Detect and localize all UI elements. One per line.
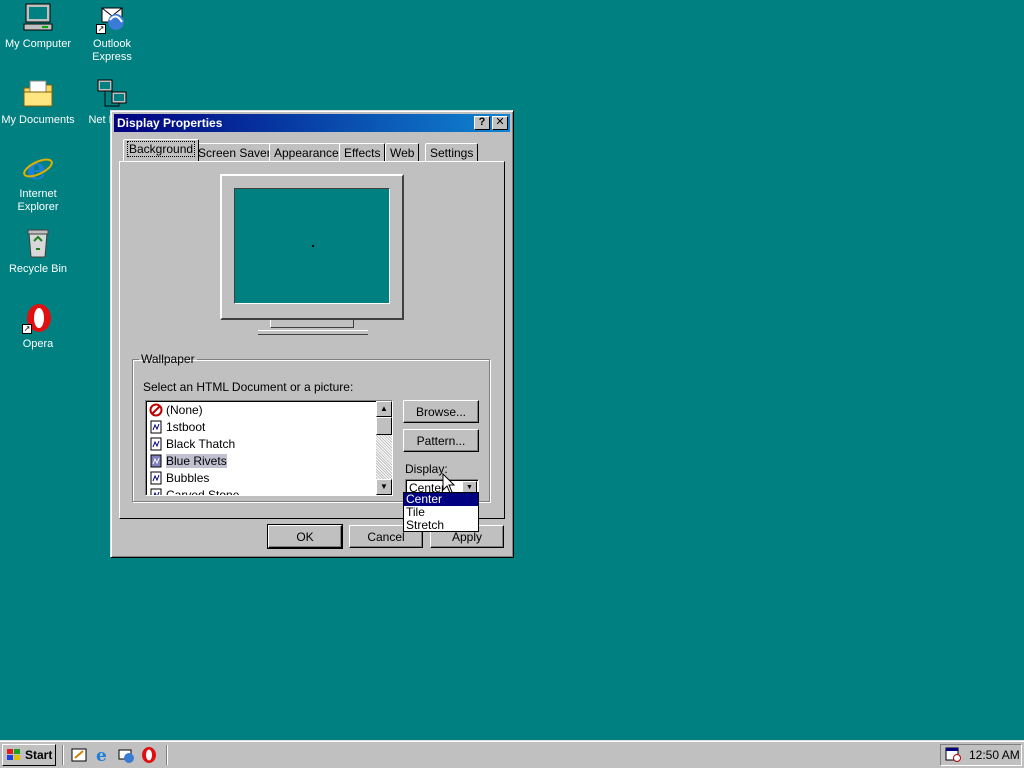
pattern-button[interactable]: Pattern...: [403, 429, 479, 452]
dropdown-option-stretch[interactable]: Stretch: [404, 519, 478, 532]
cancel-button-label: Cancel: [367, 529, 405, 544]
svg-text:e: e: [27, 152, 46, 184]
list-item-label: Black Thatch: [166, 436, 236, 451]
desktop-icon-label: Opera: [22, 338, 54, 350]
desktop-icon-outlook-express[interactable]: ↗ Outlook Express: [74, 2, 150, 64]
internet-explorer-icon[interactable]: e: [94, 746, 112, 766]
tab-label: Screen Saver: [198, 146, 271, 160]
desktop-icon-opera[interactable]: ↗ Opera: [0, 302, 76, 351]
tab-label: Web: [390, 146, 415, 160]
start-button[interactable]: Start: [2, 744, 56, 766]
triangle-down-icon: ▼: [380, 482, 388, 491]
svg-text:e: e: [96, 746, 107, 764]
bitmap-file-icon: [149, 437, 163, 451]
scroll-up-button[interactable]: ▲: [376, 401, 392, 417]
opera-icon: ↗: [22, 302, 54, 334]
desktop-icon-label: Recycle Bin: [8, 263, 68, 275]
tab-screen-saver[interactable]: Screen Saver: [193, 143, 276, 161]
tab-settings[interactable]: Settings: [425, 143, 479, 161]
list-item[interactable]: (None): [146, 401, 392, 418]
list-item[interactable]: Black Thatch: [146, 435, 392, 452]
system-tray: 12:50 AM: [940, 744, 1022, 766]
list-item-label: 1stboot: [166, 419, 206, 434]
taskbar-separator: [166, 745, 168, 765]
desktop-icon-my-documents[interactable]: My Documents: [0, 78, 76, 127]
tab-label: Settings: [430, 146, 474, 160]
display-dropdown-list: Center Tile Stretch: [403, 492, 479, 532]
mouse-pointer-icon: [442, 472, 456, 498]
close-button[interactable]: ✕: [492, 116, 508, 130]
ok-button-label: OK: [296, 529, 314, 544]
list-item-label: Blue Rivets: [166, 453, 227, 468]
clock[interactable]: 12:50 AM: [969, 748, 1020, 762]
background-tab-panel: Wallpaper Select an HTML Document or a p…: [119, 161, 505, 519]
list-item-label: Carved Stone: [166, 487, 240, 496]
browse-button[interactable]: Browse...: [403, 400, 479, 423]
list-item-label: (None): [166, 402, 203, 417]
list-item-label: Bubbles: [166, 470, 210, 485]
outlook-express-icon: ↗: [96, 2, 128, 34]
bitmap-file-icon: [149, 454, 163, 468]
start-label: Start: [25, 748, 53, 762]
bitmap-file-icon: [149, 488, 163, 495]
my-computer-icon: [22, 2, 54, 34]
list-item-selected[interactable]: Blue Rivets: [146, 452, 392, 469]
scheduler-icon[interactable]: [945, 746, 961, 765]
taskbar-separator: [62, 745, 64, 765]
tab-effects[interactable]: Effects: [339, 143, 386, 161]
desktop-icon-label: My Computer: [4, 38, 72, 50]
taskbar: Start e 12:50 AM: [0, 740, 1024, 768]
monitor-stand: [270, 320, 354, 328]
outlook-express-icon[interactable]: [117, 746, 135, 764]
my-documents-icon: [22, 78, 54, 110]
triangle-up-icon: ▲: [380, 404, 388, 413]
recycle-bin-icon: [22, 227, 54, 259]
monitor-preview: [220, 174, 404, 320]
window-title: Display Properties: [117, 116, 223, 130]
desktop-icon-label: Internet Explorer: [17, 188, 59, 213]
listbox-scrollbar[interactable]: ▲ ▼: [376, 401, 392, 495]
desktop-icon-label: My Documents: [1, 114, 75, 126]
wallpaper-listbox[interactable]: (None) 1stboot Black Thatch Blue Rivets …: [145, 400, 393, 496]
list-item[interactable]: Carved Stone: [146, 486, 392, 496]
desktop-icon-label: Outlook Express: [92, 38, 132, 63]
list-item[interactable]: Bubbles: [146, 469, 392, 486]
tab-web[interactable]: Web: [385, 143, 420, 161]
none-icon: [149, 403, 163, 417]
windows-logo-icon: [6, 748, 22, 762]
shortcut-arrow-icon: ↗: [96, 24, 106, 34]
help-button[interactable]: ?: [474, 116, 490, 130]
browse-button-label: Browse...: [415, 404, 466, 419]
internet-explorer-icon: e: [22, 152, 54, 187]
list-item[interactable]: 1stboot: [146, 418, 392, 435]
scroll-down-button[interactable]: ▼: [376, 479, 392, 495]
monitor-base: [258, 330, 368, 335]
scroll-thumb[interactable]: [376, 417, 392, 435]
opera-icon[interactable]: [140, 746, 158, 764]
desktop-icon-my-computer[interactable]: My Computer: [0, 2, 76, 51]
ok-button[interactable]: OK: [267, 524, 343, 549]
close-icon: ✕: [495, 116, 505, 128]
desktop-icon-recycle-bin[interactable]: Recycle Bin: [0, 227, 76, 276]
select-picture-label: Select an HTML Document or a picture:: [143, 380, 354, 394]
bitmap-file-icon: [149, 471, 163, 485]
tab-background[interactable]: Background: [123, 139, 200, 161]
tab-label: Effects: [344, 146, 381, 160]
tab-appearance[interactable]: Appearance: [269, 143, 344, 161]
help-icon: ?: [478, 116, 486, 128]
monitor-preview-screen: [234, 188, 390, 304]
desktop-icon-internet-explorer[interactable]: e Internet Explorer: [0, 152, 76, 214]
shortcut-arrow-icon: ↗: [22, 324, 32, 334]
network-neighborhood-icon: [96, 78, 128, 110]
pattern-button-label: Pattern...: [416, 433, 466, 448]
tab-label: Appearance: [274, 146, 339, 160]
title-bar[interactable]: Display Properties ? ✕: [114, 114, 510, 132]
tab-label: Background: [126, 141, 196, 157]
bitmap-file-icon: [149, 420, 163, 434]
wallpaper-group: Wallpaper Select an HTML Document or a p…: [132, 352, 490, 502]
wallpaper-group-label: Wallpaper: [141, 352, 195, 366]
show-desktop-icon[interactable]: [70, 746, 88, 764]
